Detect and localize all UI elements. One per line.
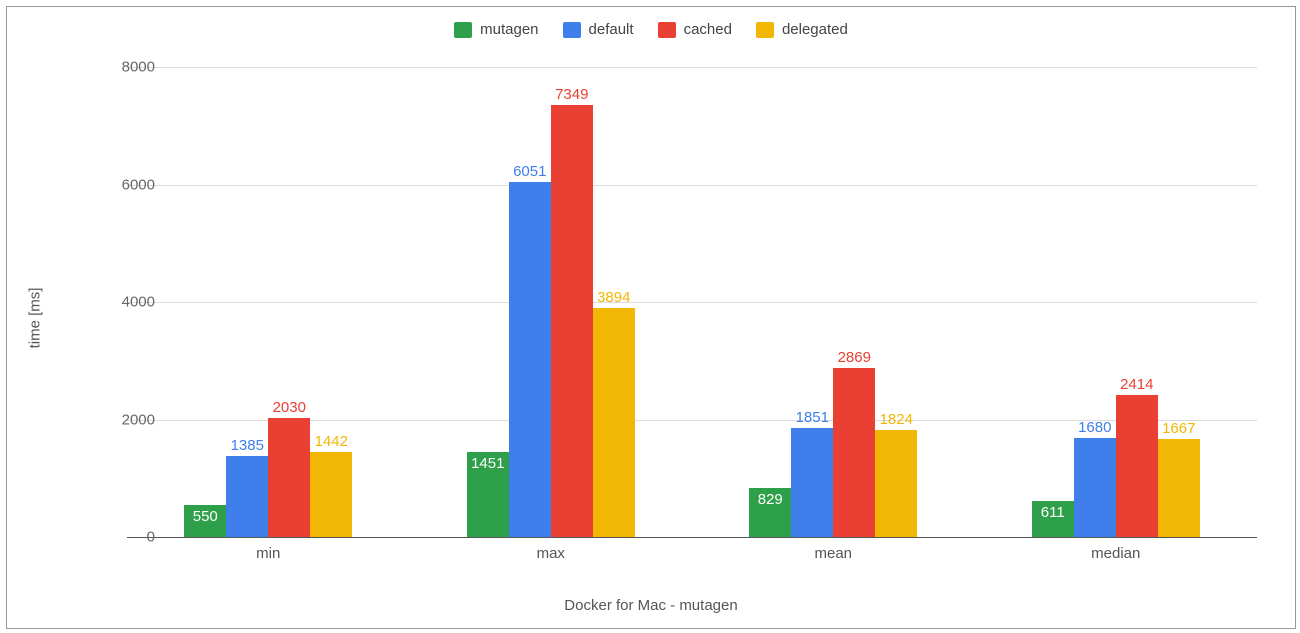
bar-cached: 2414 xyxy=(1116,395,1158,537)
bar-value-label: 2414 xyxy=(1116,374,1157,395)
bar-value-label: 2869 xyxy=(834,347,875,368)
bar-default: 1851 xyxy=(791,428,833,537)
bar-default: 1680 xyxy=(1074,438,1116,537)
legend-item-delegated: delegated xyxy=(756,21,848,38)
y-tick-label: 4000 xyxy=(95,294,155,311)
bar-default: 6051 xyxy=(509,182,551,537)
bar-value-label: 1451 xyxy=(467,453,508,474)
bar-group-max: 1451605173493894max xyxy=(467,67,635,537)
legend: mutagen default cached delegated xyxy=(7,21,1295,38)
bar-value-label: 1667 xyxy=(1158,418,1199,439)
bar-value-label: 1442 xyxy=(311,431,352,452)
bar-value-label: 2030 xyxy=(269,397,310,418)
bar-mutagen: 550 xyxy=(184,505,226,537)
legend-swatch xyxy=(563,22,581,38)
bar-cached: 2869 xyxy=(833,368,875,537)
legend-swatch xyxy=(658,22,676,38)
chart-frame: mutagendefaultcacheddelegated time [ms] … xyxy=(6,6,1296,629)
bar-group-mean: 829185128691824mean xyxy=(749,67,917,537)
bar-value-label: 6051 xyxy=(509,161,550,182)
bar-value-label: 550 xyxy=(189,506,222,527)
bar-cached: 7349 xyxy=(551,105,593,537)
legend-label: delegated xyxy=(782,21,848,38)
category-label: min xyxy=(184,545,352,562)
category-label: mean xyxy=(749,545,917,562)
y-axis-label: time [ms] xyxy=(27,287,44,348)
bar-group-median: 611168024141667median xyxy=(1032,67,1200,537)
bar-delegated: 3894 xyxy=(593,308,635,537)
bar-value-label: 611 xyxy=(1037,502,1069,523)
category-label: max xyxy=(467,545,635,562)
bar-delegated: 1442 xyxy=(310,452,352,537)
legend-swatch xyxy=(756,22,774,38)
legend-item-cached: cached xyxy=(658,21,732,38)
legend-item-default: default xyxy=(563,21,634,38)
y-tick-label: 0 xyxy=(95,529,155,546)
legend-label: mutagen xyxy=(480,21,538,38)
y-tick-label: 2000 xyxy=(95,411,155,428)
bar-value-label: 1385 xyxy=(227,435,268,456)
bar-delegated: 1667 xyxy=(1158,439,1200,537)
y-tick-label: 6000 xyxy=(95,176,155,193)
category-label: median xyxy=(1032,545,1200,562)
legend-label: cached xyxy=(684,21,732,38)
bar-mutagen: 611 xyxy=(1032,501,1074,537)
bar-value-label: 829 xyxy=(754,489,787,510)
legend-item-mutagen: mutagen xyxy=(454,21,538,38)
bar-delegated: 1824 xyxy=(875,430,917,537)
bar-value-label: 1680 xyxy=(1074,417,1115,438)
bar-value-label: 7349 xyxy=(551,84,592,105)
bar-value-label: 3894 xyxy=(593,287,634,308)
y-tick-label: 8000 xyxy=(95,59,155,76)
bar-default: 1385 xyxy=(226,456,268,537)
bar-group-min: 550138520301442min xyxy=(184,67,352,537)
bar-value-label: 1851 xyxy=(792,407,833,428)
bar-value-label: 1824 xyxy=(876,409,917,430)
legend-swatch xyxy=(454,22,472,38)
bar-mutagen: 1451 xyxy=(467,452,509,537)
bar-cached: 2030 xyxy=(268,418,310,537)
plot-area: 550138520301442min 1451605173493894max 829… xyxy=(127,67,1257,538)
legend-label: default xyxy=(589,21,634,38)
bar-mutagen: 829 xyxy=(749,488,791,537)
x-axis-label: Docker for Mac - mutagen xyxy=(7,597,1295,614)
